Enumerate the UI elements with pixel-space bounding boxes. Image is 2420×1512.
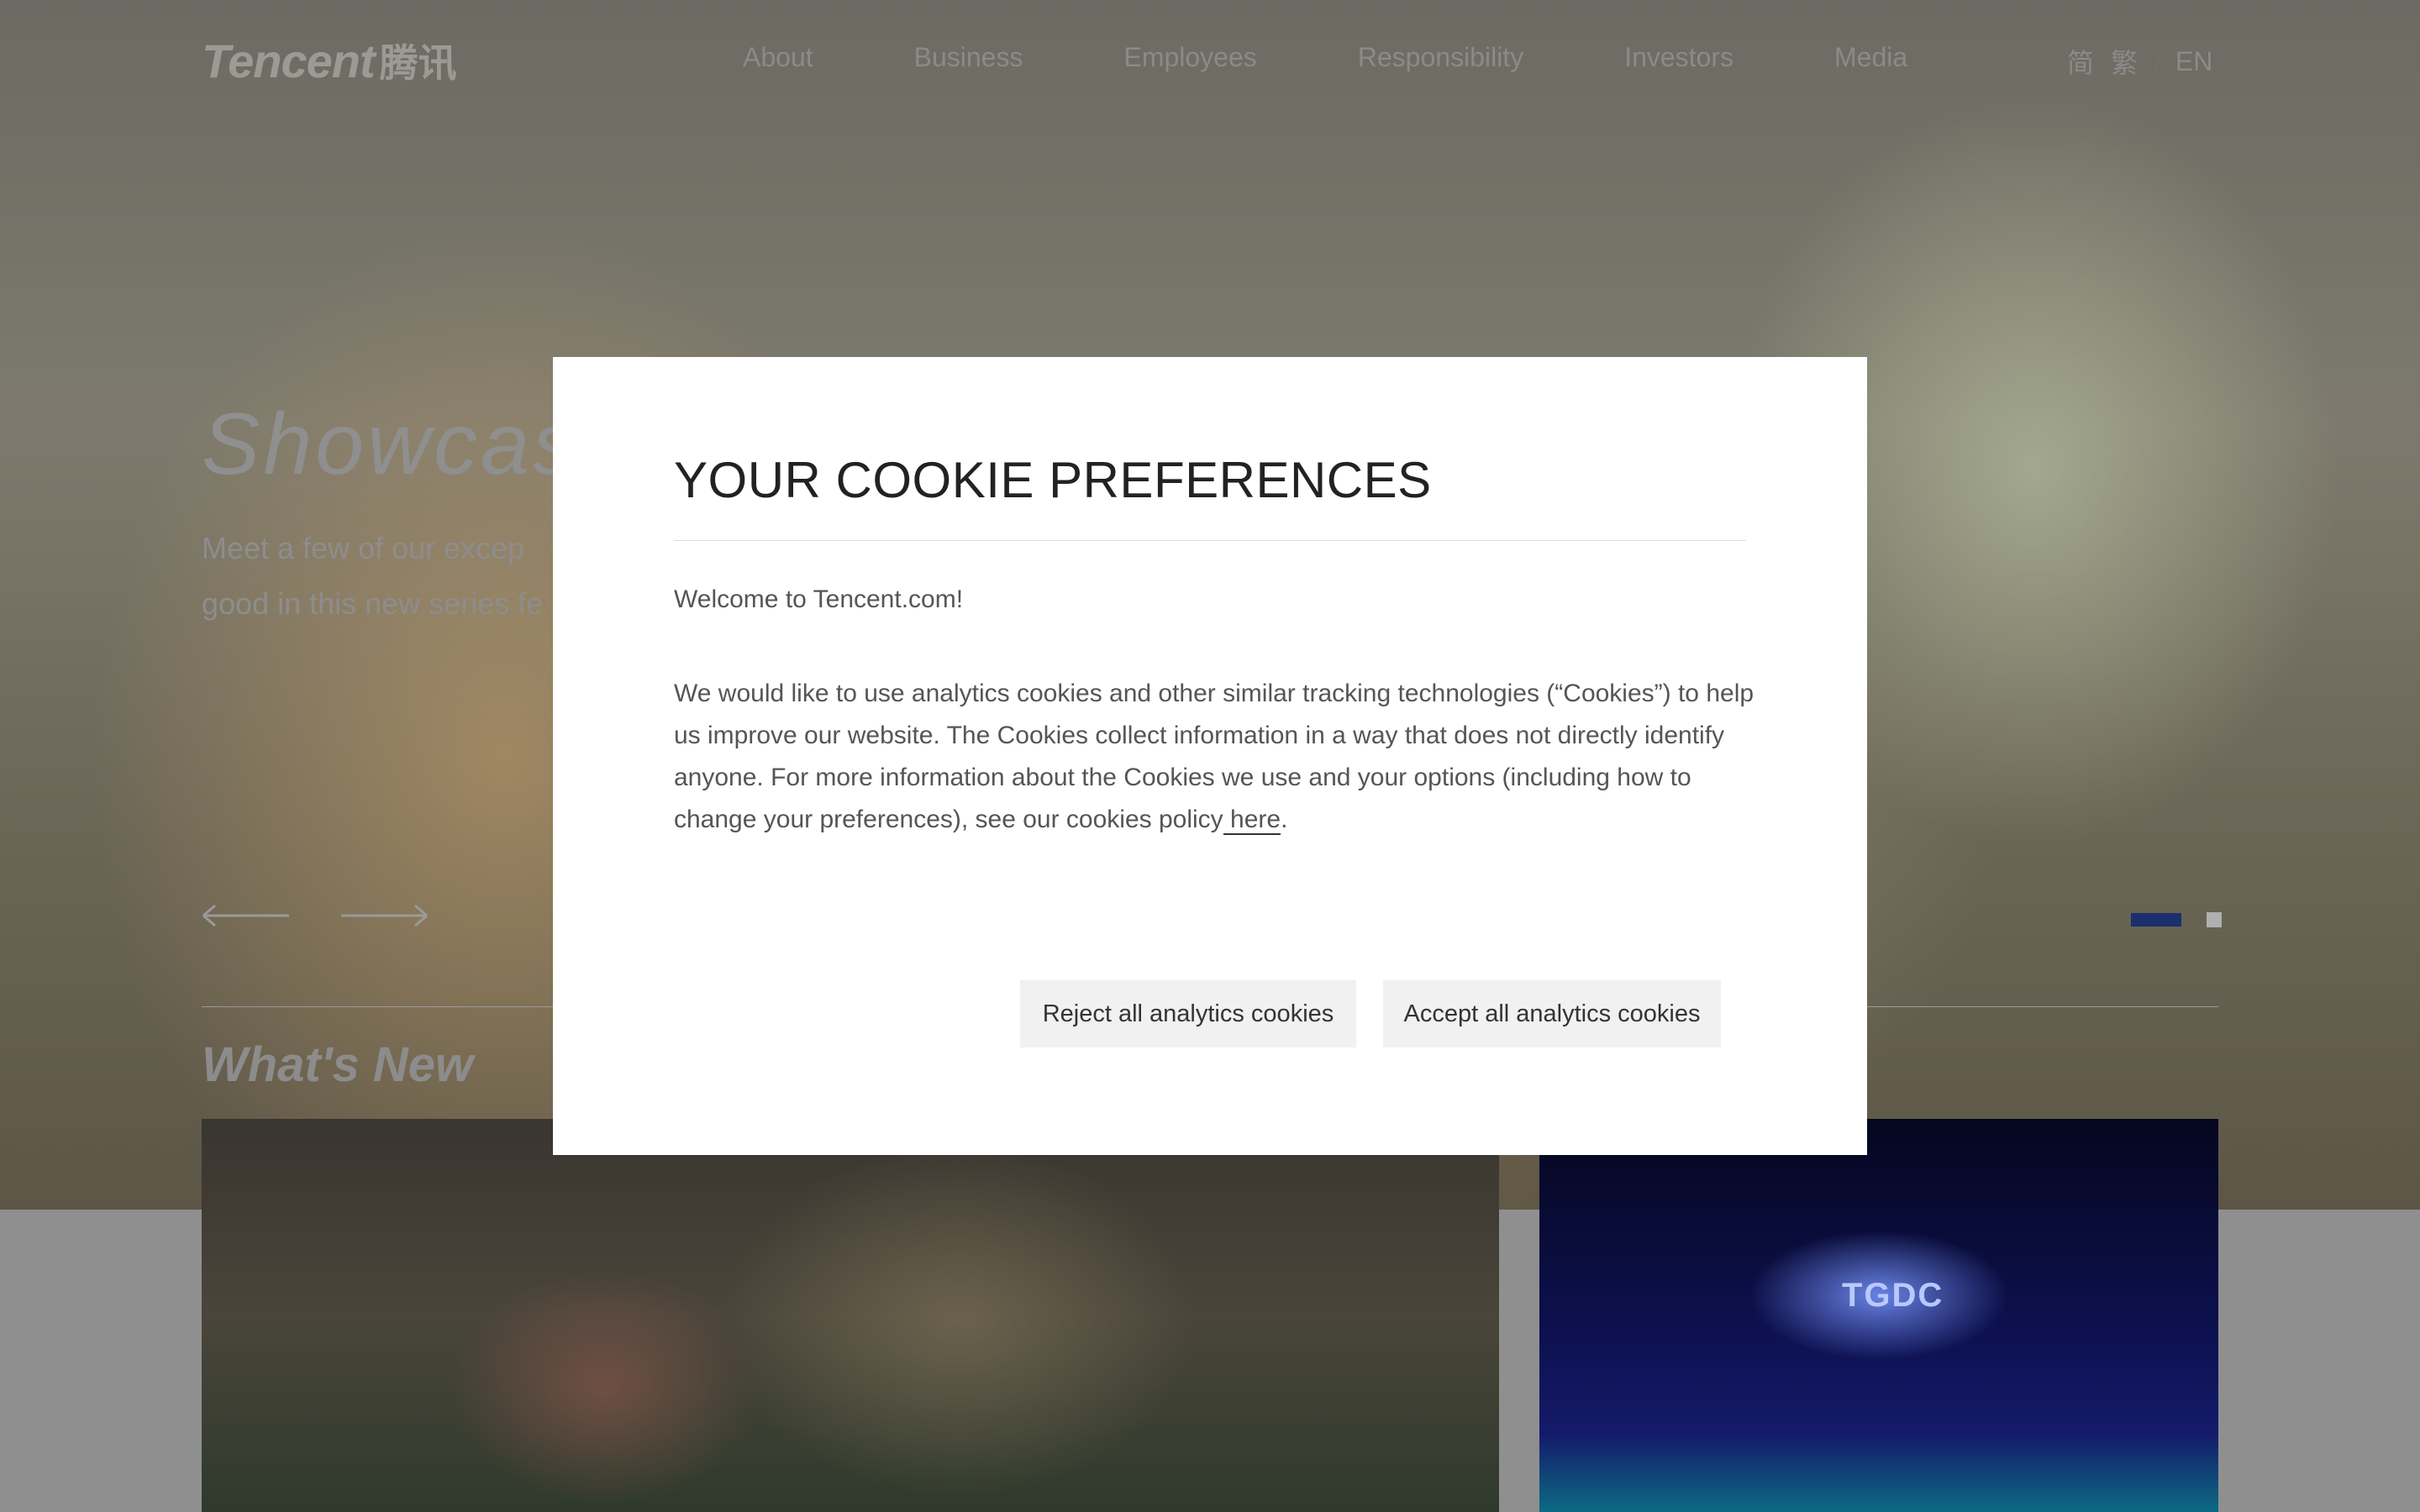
accept-cookies-button[interactable]: Accept all analytics cookies xyxy=(1383,980,1721,1047)
dialog-title: YOUR COOKIE PREFERENCES xyxy=(674,452,1432,508)
dialog-welcome: Welcome to Tencent.com! xyxy=(674,585,964,613)
dialog-divider xyxy=(674,540,1746,541)
dialog-body: We would like to use analytics cookies a… xyxy=(674,673,1758,841)
cookie-preferences-dialog: YOUR COOKIE PREFERENCES Welcome to Tence… xyxy=(553,357,1867,1155)
reject-cookies-button[interactable]: Reject all analytics cookies xyxy=(1020,980,1356,1047)
cookies-policy-link[interactable]: here xyxy=(1223,806,1281,835)
dialog-body-end: . xyxy=(1281,806,1288,833)
dialog-body-text: We would like to use analytics cookies a… xyxy=(674,680,1754,833)
